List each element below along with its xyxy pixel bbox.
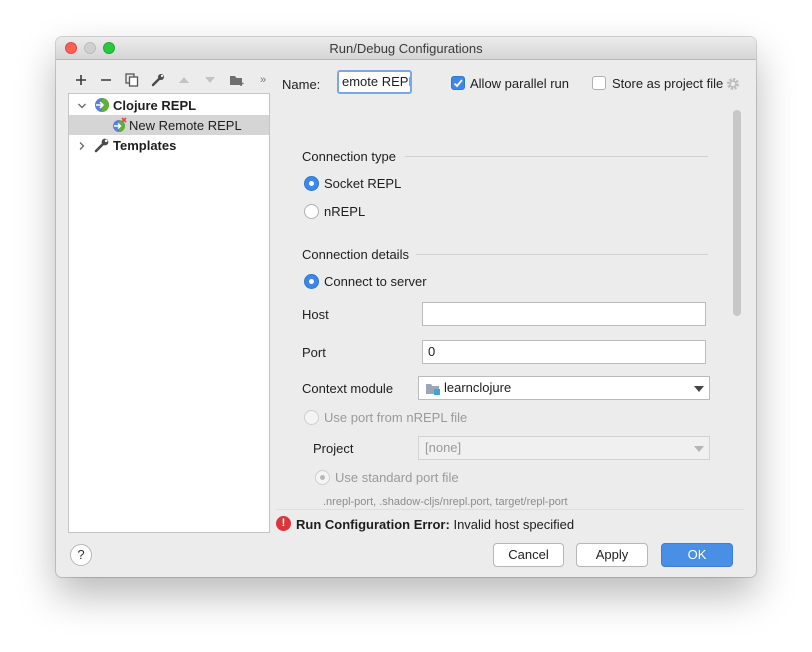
port-file-hint: .nrepl-port, .shadow-cljs/nrepl.port, ta… — [323, 496, 568, 508]
project-label: Project — [313, 441, 354, 456]
store-as-project-file-label[interactable]: Store as project file — [612, 76, 723, 91]
chevron-right-icon[interactable] — [77, 139, 87, 154]
new-folder-icon[interactable] — [228, 71, 246, 89]
name-label: Name: — [282, 77, 321, 92]
plus-icon[interactable] — [72, 71, 90, 89]
store-as-project-file-checkbox[interactable] — [592, 76, 606, 90]
project-select[interactable]: [none] — [418, 436, 710, 460]
copy-icon[interactable] — [123, 71, 141, 89]
remote-repl-icon — [111, 117, 127, 136]
error-title: Run Configuration Error: — [296, 517, 450, 532]
cancel-button[interactable]: Cancel — [493, 543, 564, 567]
wrench-icon[interactable] — [149, 71, 167, 89]
tree-item-new-remote-repl[interactable]: New Remote REPL — [69, 115, 269, 135]
socket-repl-label[interactable]: Socket REPL — [324, 176, 401, 191]
run-debug-dialog: Run/Debug Configurations » Clojure REPL — [56, 37, 756, 577]
connect-to-server-label[interactable]: Connect to server — [324, 274, 427, 289]
error-icon: ! — [276, 516, 291, 531]
tree-label-new-remote-repl: New Remote REPL — [129, 117, 242, 133]
clojure-repl-icon — [94, 97, 110, 116]
dropdown-arrow-icon — [694, 386, 704, 392]
dropdown-arrow-icon — [694, 446, 704, 452]
chevron-down-icon[interactable] — [77, 99, 87, 114]
wrench-icon — [94, 137, 110, 156]
apply-button[interactable]: Apply — [576, 543, 648, 567]
connection-type-title: Connection type — [302, 149, 396, 164]
connection-details-title: Connection details — [302, 247, 409, 262]
module-folder-icon — [425, 381, 441, 403]
tree-item-templates[interactable]: Templates — [69, 135, 269, 155]
help-button[interactable]: ? — [70, 544, 92, 566]
scrollbar-thumb[interactable] — [733, 110, 741, 316]
error-message: Run Configuration Error: Invalid host sp… — [296, 517, 574, 532]
port-input[interactable]: 0 — [422, 340, 706, 364]
gear-icon[interactable] — [726, 77, 740, 94]
context-module-select[interactable]: learnclojure — [418, 376, 710, 400]
port-label: Port — [302, 345, 326, 360]
title-bar: Run/Debug Configurations — [56, 37, 756, 60]
minus-icon[interactable] — [97, 71, 115, 89]
nrepl-radio[interactable] — [304, 204, 319, 219]
host-label: Host — [302, 307, 329, 322]
allow-parallel-run-checkbox[interactable] — [451, 76, 465, 90]
context-module-value: learnclojure — [444, 380, 512, 395]
tree-item-clojure-repl[interactable]: Clojure REPL — [69, 95, 269, 115]
host-input[interactable] — [422, 302, 706, 326]
tree-label-templates: Templates — [113, 137, 177, 153]
connection-type-separator — [405, 156, 708, 157]
checkmark-icon — [453, 79, 463, 88]
ok-button[interactable]: OK — [661, 543, 733, 567]
tree-label-clojure-repl: Clojure REPL — [113, 97, 197, 113]
move-up-icon[interactable] — [175, 71, 193, 89]
window-title: Run/Debug Configurations — [329, 41, 483, 56]
allow-parallel-run-label[interactable]: Allow parallel run — [470, 76, 569, 91]
configuration-tree: Clojure REPL New Remote REPL Templates — [68, 93, 270, 533]
project-value: [none] — [425, 440, 462, 455]
name-input[interactable]: emote REPL — [337, 70, 412, 94]
socket-repl-radio[interactable] — [304, 176, 319, 191]
use-standard-port-radio[interactable] — [315, 470, 330, 485]
error-separator — [276, 509, 744, 510]
move-down-icon[interactable] — [201, 71, 219, 89]
error-detail: Invalid host specified — [453, 517, 575, 532]
use-standard-port-label[interactable]: Use standard port file — [335, 470, 459, 485]
nrepl-label[interactable]: nREPL — [324, 204, 365, 219]
connect-to-server-radio[interactable] — [304, 274, 319, 289]
connection-details-separator — [416, 254, 708, 255]
use-port-file-label[interactable]: Use port from nREPL file — [324, 410, 467, 425]
more-actions-icon[interactable]: » — [254, 71, 272, 89]
context-module-label: Context module — [302, 381, 394, 396]
use-port-file-radio[interactable] — [304, 410, 319, 425]
